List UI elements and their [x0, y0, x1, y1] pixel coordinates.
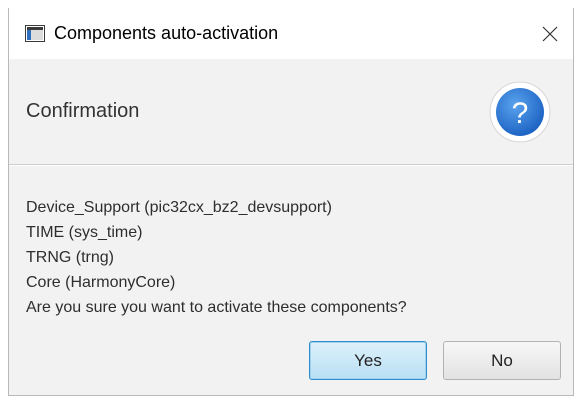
message-line: TIME (sys_time) [26, 224, 143, 241]
close-button[interactable] [527, 8, 573, 59]
close-icon [542, 26, 558, 41]
message-content: Device_Support (pic32cx_bz2_devsupport) … [26, 195, 407, 320]
header-title: Confirmation [26, 100, 140, 122]
svg-text:?: ? [512, 97, 529, 130]
dialog-window: Components auto-activation Confirmation … [8, 8, 574, 396]
app-window-icon [25, 25, 45, 42]
title-bar[interactable]: Components auto-activation [9, 8, 573, 59]
message-line: Core (HarmonyCore) [26, 274, 176, 291]
message-line: Device_Support (pic32cx_bz2_devsupport) [26, 199, 332, 216]
yes-button[interactable]: Yes [309, 341, 427, 380]
confirmation-question: Are you sure you want to activate these … [26, 299, 407, 316]
message-line: TRNG (trng) [26, 249, 114, 266]
question-icon: ? [489, 81, 551, 143]
window-title: Components auto-activation [54, 23, 279, 43]
dialog-header: Confirmation ? [9, 59, 573, 165]
no-button[interactable]: No [443, 341, 561, 380]
